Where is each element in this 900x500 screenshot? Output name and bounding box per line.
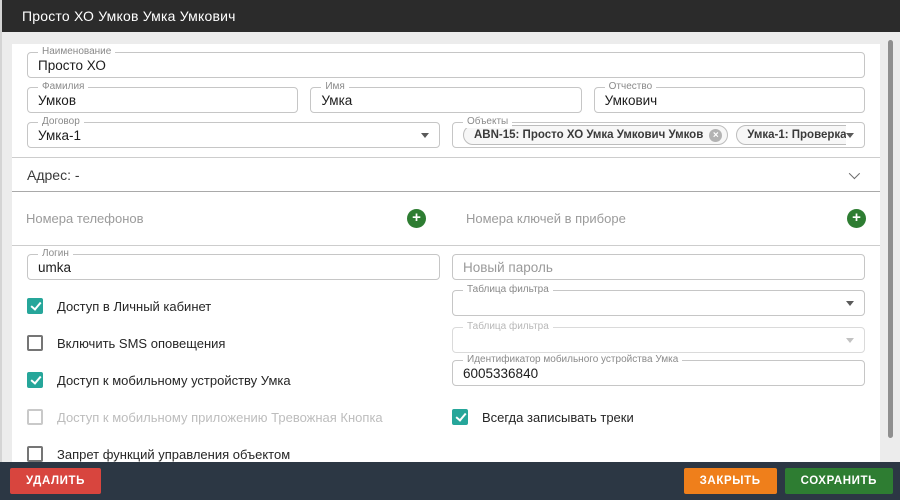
form-scroll-area: Наименование Фамилия Имя Отчество xyxy=(0,32,900,462)
objects-chip-list: ABN-15: Просто ХО Умка Умкович Умков × У… xyxy=(463,125,846,145)
checkbox-row-umka-device-access[interactable]: Доступ к мобильному устройству Умка xyxy=(27,372,440,388)
modal-footer: УДАЛИТЬ ЗАКРЫТЬ СОХРАНИТЬ xyxy=(0,462,900,500)
checkbox[interactable] xyxy=(27,372,43,388)
checkbox-label: Доступ к мобильному устройству Умка xyxy=(57,373,291,388)
remove-chip-icon[interactable]: × xyxy=(709,129,722,142)
modal-header: Просто ХО Умков Умка Умкович xyxy=(0,0,900,32)
phones-list: Номера телефонов + xyxy=(12,192,440,245)
lastname-input[interactable] xyxy=(38,93,287,108)
login-field-label: Логин xyxy=(38,248,73,260)
checkbox-label: Включить SMS оповещения xyxy=(57,336,225,351)
keys-list: Номера ключей в приборе + xyxy=(452,192,880,245)
checkbox-row-panic-button-app: Доступ к мобильному приложению Тревожная… xyxy=(27,409,440,425)
account-left-column: Логин Доступ в Личный кабинет Включить S… xyxy=(27,254,440,462)
firstname-input[interactable] xyxy=(321,93,570,108)
form-card: Наименование Фамилия Имя Отчество xyxy=(12,44,880,462)
object-chip[interactable]: ABN-15: Просто ХО Умка Умкович Умков × xyxy=(463,125,728,145)
objects-select[interactable]: Объекты ABN-15: Просто ХО Умка Умкович У… xyxy=(452,122,865,148)
checkbox-label: Всегда записывать треки xyxy=(482,410,634,425)
filter-table-1-label: Таблица фильтра xyxy=(463,284,553,296)
checkbox[interactable] xyxy=(27,335,43,351)
scrollbar[interactable] xyxy=(888,40,893,438)
checkbox[interactable] xyxy=(27,446,43,462)
keys-list-label: Номера ключей в приборе xyxy=(466,211,626,226)
mobile-device-id-label: Идентификатор мобильного устройства Умка xyxy=(463,354,682,366)
middlename-input[interactable] xyxy=(605,93,854,108)
chevron-down-icon xyxy=(846,338,854,343)
object-chip[interactable]: Умка-1: Проверка работы УМКА × xyxy=(736,125,846,145)
close-button[interactable]: ЗАКРЫТЬ xyxy=(684,468,777,494)
checkbox-label: Запрет функций управления объектом xyxy=(57,447,290,462)
filter-table-select-2: Таблица фильтра xyxy=(452,327,865,353)
contract-select[interactable]: Договор Умка-1 xyxy=(27,122,440,148)
address-label: Адрес: - xyxy=(27,167,80,183)
address-panel[interactable]: Адрес: - xyxy=(12,158,880,192)
middlename-field-label: Отчество xyxy=(605,81,656,93)
chevron-down-icon xyxy=(846,133,854,138)
identity-section: Наименование Фамилия Имя Отчество xyxy=(12,44,880,158)
checkbox xyxy=(27,409,43,425)
checkbox[interactable] xyxy=(452,409,468,425)
add-phone-button[interactable]: + xyxy=(407,209,426,228)
page-title: Просто ХО Умков Умка Умкович xyxy=(22,8,236,24)
delete-button[interactable]: УДАЛИТЬ xyxy=(10,468,101,494)
firstname-field-label: Имя xyxy=(321,81,348,93)
firstname-field[interactable]: Имя xyxy=(310,87,581,113)
new-password-field[interactable] xyxy=(452,254,865,280)
login-input[interactable] xyxy=(38,260,429,275)
middlename-field[interactable]: Отчество xyxy=(594,87,865,113)
add-key-button[interactable]: + xyxy=(847,209,866,228)
checkbox[interactable] xyxy=(27,298,43,314)
contract-select-value: Умка-1 xyxy=(38,128,81,143)
checkbox-label: Доступ к мобильному приложению Тревожная… xyxy=(57,410,383,425)
contract-select-label: Договор xyxy=(38,116,84,128)
checkbox-label: Доступ в Личный кабинет xyxy=(57,299,211,314)
filter-table-select-1[interactable]: Таблица фильтра xyxy=(452,290,865,316)
chevron-down-icon xyxy=(846,301,854,306)
account-section: Логин Доступ в Личный кабинет Включить S… xyxy=(12,246,880,462)
account-right-column: Таблица фильтра Таблица фильтра Идентифи… xyxy=(452,254,865,462)
name-field[interactable]: Наименование xyxy=(27,52,865,78)
chevron-down-icon xyxy=(421,133,429,138)
mobile-device-id-field[interactable]: Идентификатор мобильного устройства Умка xyxy=(452,360,865,386)
left-edge-strip xyxy=(0,0,2,462)
chevron-down-icon[interactable] xyxy=(849,167,860,178)
checkbox-row-personal-cabinet[interactable]: Доступ в Личный кабинет xyxy=(27,298,440,314)
client-edit-modal: Просто ХО Умков Умка Умкович Наименовани… xyxy=(0,0,900,500)
login-field[interactable]: Логин xyxy=(27,254,440,280)
checkbox-row-sms-alerts[interactable]: Включить SMS оповещения xyxy=(27,335,440,351)
object-chip-label: Умка-1: Проверка работы УМКА xyxy=(747,129,846,141)
lastname-field-label: Фамилия xyxy=(38,81,88,93)
save-button[interactable]: СОХРАНИТЬ xyxy=(785,468,893,494)
objects-select-label: Объекты xyxy=(463,116,512,128)
lastname-field[interactable]: Фамилия xyxy=(27,87,298,113)
checkbox-row-control-functions-ban[interactable]: Запрет функций управления объектом xyxy=(27,446,440,462)
filter-table-2-label: Таблица фильтра xyxy=(463,321,553,333)
phones-list-label: Номера телефонов xyxy=(26,211,144,226)
name-input[interactable] xyxy=(38,58,854,73)
mobile-device-id-input[interactable] xyxy=(463,366,854,381)
name-field-label: Наименование xyxy=(38,46,115,58)
checkbox-row-always-record-tracks[interactable]: Всегда записывать треки xyxy=(452,409,865,425)
phones-keys-section: Номера телефонов + Номера ключей в прибо… xyxy=(12,192,880,246)
new-password-input[interactable] xyxy=(463,260,854,275)
object-chip-label: ABN-15: Просто ХО Умка Умкович Умков xyxy=(474,129,703,141)
